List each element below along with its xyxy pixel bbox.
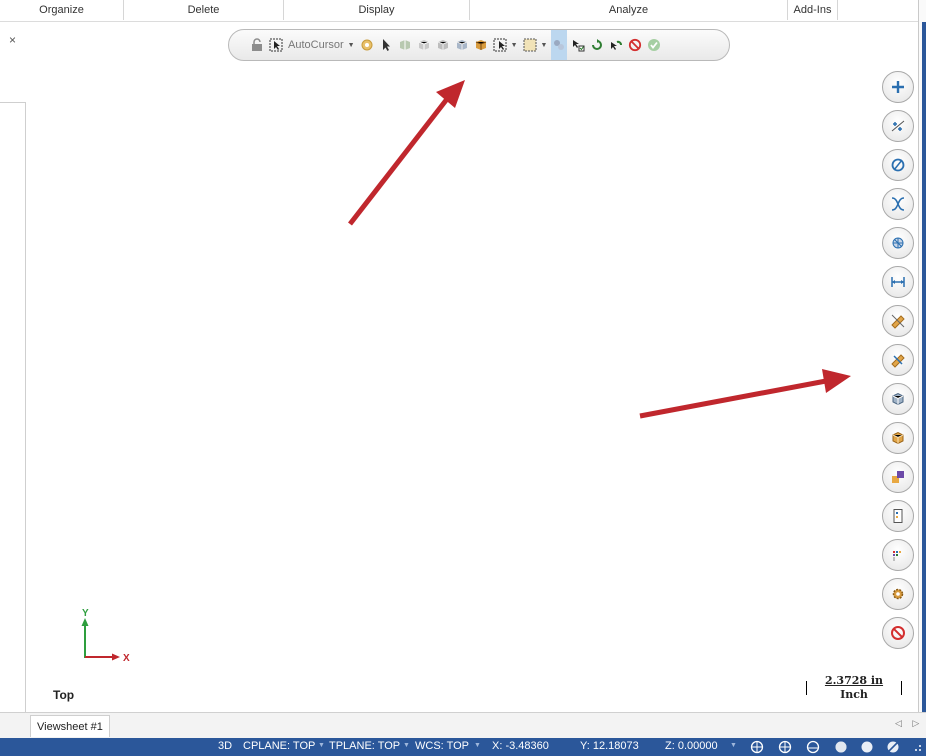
ruler-icon [891,314,905,329]
wire-sphere-icon[interactable] [860,740,874,754]
chevron-down-icon[interactable]: ▼ [348,42,355,49]
dimension-button[interactable] [882,266,914,298]
select-all-icon[interactable] [268,37,284,53]
shaded-sphere-icon[interactable] [834,740,848,754]
solid-icon [892,237,904,249]
resize-grip-icon[interactable] [910,740,924,754]
graphics-viewport[interactable] [26,22,918,712]
window-select-icon[interactable] [492,37,508,53]
cancel-button[interactable] [882,617,914,649]
selection-filter-icon[interactable] [522,37,538,53]
globe-icon[interactable] [806,740,820,754]
ribbon-group-add-ins[interactable]: Add-Ins [788,0,838,20]
chevron-down-icon[interactable]: ▼ [730,742,737,749]
status-tplane[interactable]: TPLANE: TOP [329,740,400,752]
undo-icon[interactable] [608,37,624,53]
verify-icon[interactable] [551,30,568,60]
chart-icon [893,551,901,561]
viewsheet-bar: Viewsheet #1 ◁ ▷ [0,712,926,738]
measure-button-1[interactable] [882,305,914,337]
rotate-icon[interactable] [589,37,605,53]
chevron-down-icon[interactable]: ▼ [318,742,325,749]
status-y-coordinate: Y: 12.18073 [580,740,639,752]
box-icon [892,431,904,445]
ribbon-group-labels: Organize Delete Display Analyze Add-Ins [0,0,926,22]
gear-icon [892,588,904,600]
chevron-down-icon[interactable]: ▼ [541,42,548,49]
layer-button[interactable] [882,461,914,493]
add-point-button[interactable] [882,71,914,103]
status-x-coordinate: X: -3.48360 [492,740,549,752]
status-bar: 3D CPLANE: TOP ▼ TPLANE: TOP ▼ WCS: TOP … [0,738,926,756]
settings-button[interactable] [882,578,914,610]
status-z-coordinate: Z: 0.00000 [665,740,718,752]
autocursor-label[interactable]: AutoCursor [288,39,344,51]
cube-button[interactable] [882,383,914,415]
mastercam-window: Organize Delete Display Analyze Add-Ins … [0,0,926,756]
axis-triad: Y X [76,606,146,666]
ribbon-group-analyze[interactable]: Analyze [470,0,788,20]
status-wcs[interactable]: WCS: TOP [415,740,469,752]
move-icon[interactable] [570,37,586,53]
close-icon[interactable]: × [9,33,16,47]
circle-icon [891,158,905,172]
tab-viewsheet-1[interactable]: Viewsheet #1 [30,715,110,737]
pointer-icon[interactable] [378,37,394,53]
globe-icon[interactable] [750,740,764,754]
layer-icon [892,471,904,483]
clear-icon[interactable] [627,37,643,53]
circle-button[interactable] [882,149,914,181]
solid-button[interactable] [882,227,914,259]
cube-icon [892,392,904,406]
body-select-icon[interactable] [473,37,489,53]
globe-icon[interactable] [778,740,792,754]
box-button[interactable] [882,422,914,454]
ruler-icon [891,354,905,368]
scale-indicator: 2.3728 in Inch [806,672,902,702]
chevron-down-icon[interactable]: ▼ [511,42,518,49]
chevron-down-icon[interactable]: ▼ [474,742,481,749]
solid-select-icon[interactable] [435,37,451,53]
chart-button[interactable] [882,539,914,571]
chain-icon[interactable] [397,37,413,53]
tab-scroll-arrows[interactable]: ◁ ▷ [895,718,923,729]
plus-icon [892,81,904,93]
curve-button[interactable] [882,188,914,220]
chevron-down-icon[interactable]: ▼ [403,742,410,749]
levels-icon [893,509,903,523]
gear-icon[interactable] [359,37,375,53]
cube-icon[interactable] [416,37,432,53]
selection-toolbar: AutoCursor ▼ ▼ ▼ [228,29,730,61]
face-select-icon[interactable] [454,37,470,53]
cancel-icon [891,626,905,640]
manager-panel-body [0,102,26,712]
axis-y-label: Y [82,608,89,619]
axis-x-label: X [123,653,130,664]
status-cplane[interactable]: CPLANE: TOP [243,740,315,752]
dimension-icon [891,277,905,287]
ribbon-group-delete[interactable]: Delete [124,0,284,20]
unlock-icon[interactable] [249,37,265,53]
section-view-icon[interactable] [886,740,900,754]
scale-unit: Inch [840,688,868,701]
point-position-button[interactable] [882,110,914,142]
scale-value: 2.3728 in [824,674,884,687]
curve-icon [891,197,905,211]
right-accent-strip [922,22,926,738]
levels-button[interactable] [882,500,914,532]
view-name: Top [53,688,75,702]
status-3d-toggle[interactable]: 3D [218,740,232,752]
measure-button-2[interactable] [882,344,914,376]
ribbon-group-organize[interactable]: Organize [0,0,124,20]
ribbon-group-display[interactable]: Display [284,0,470,20]
ok-icon[interactable] [646,37,662,53]
point-position-icon [891,120,905,132]
